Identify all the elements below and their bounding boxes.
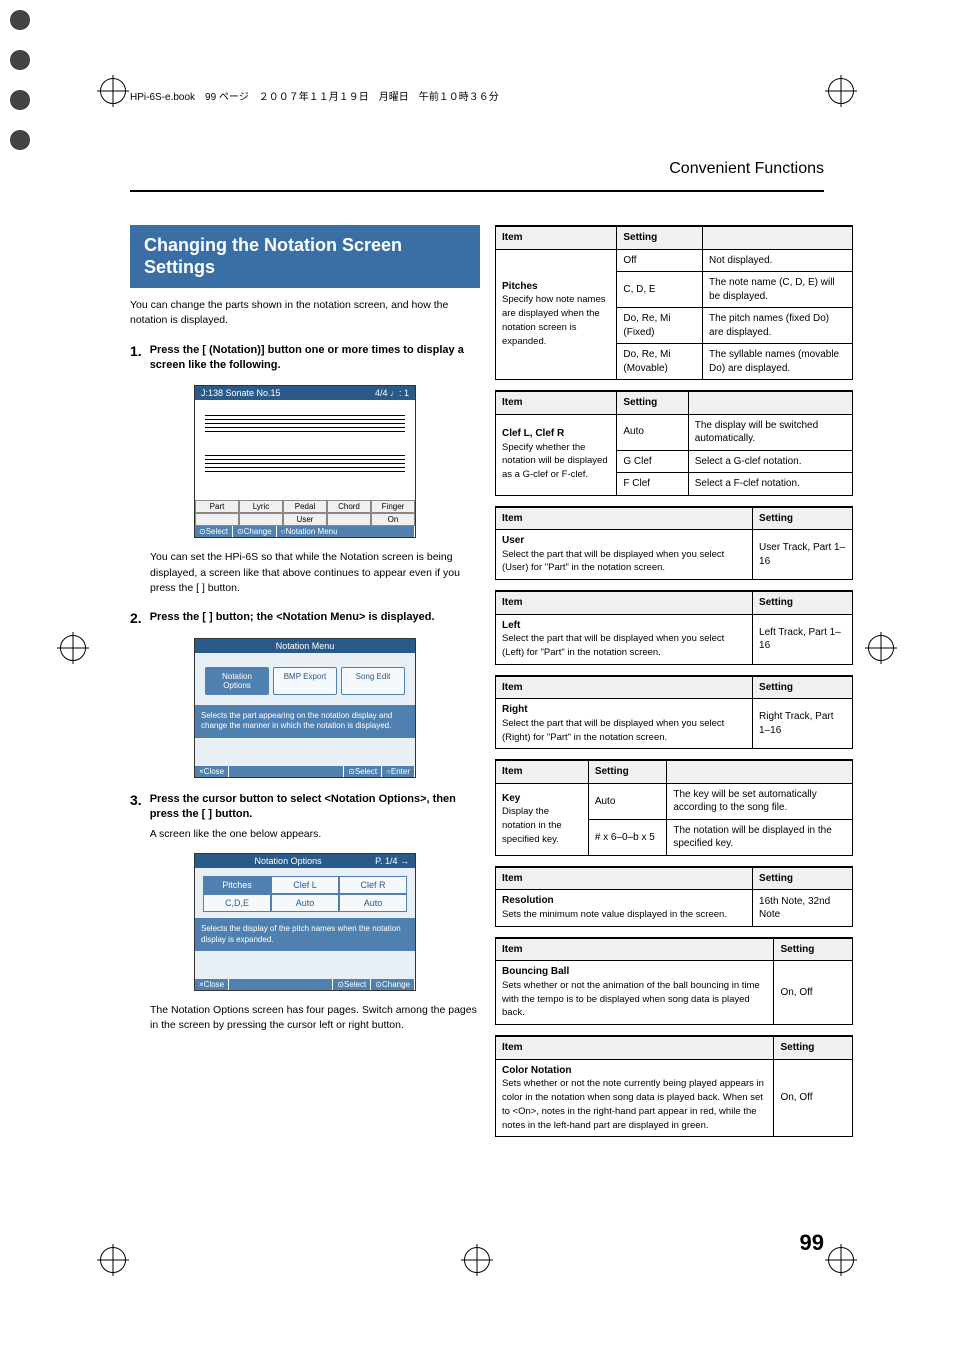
register-mark xyxy=(100,1247,126,1273)
menu-item: Song Edit xyxy=(341,667,405,695)
intro-text: You can change the parts shown in the no… xyxy=(130,298,480,328)
status: ⊙Select xyxy=(195,526,233,537)
crop-mark xyxy=(0,80,40,120)
table-key: Item Setting KeyDisplay the notation in … xyxy=(495,759,853,856)
step-1-note: You can set the HPi-6S so that while the… xyxy=(150,550,480,596)
menu-item: BMP Export xyxy=(273,667,337,695)
tab xyxy=(239,513,283,526)
menu-item: Notation Options xyxy=(205,667,269,695)
opts-title: Notation Options xyxy=(255,856,322,866)
tab: Pedal xyxy=(283,500,327,513)
crop-mark xyxy=(0,40,40,80)
table-user: ItemSetting UserSelect the part that wil… xyxy=(495,506,853,581)
page: HPi-6S-e.book 99 ページ ２００７年１１月１９日 月曜日 午前１… xyxy=(0,0,954,1351)
step-num: 2. xyxy=(130,610,142,626)
table-pitches: Item Setting PitchesSpecify how note nam… xyxy=(495,225,853,380)
step-3-tail: The Notation Options screen has four pag… xyxy=(150,1003,480,1033)
menu-desc: Selects the part appearing on the notati… xyxy=(195,705,415,738)
right-column: Item Setting PitchesSpecify how note nam… xyxy=(495,225,853,1147)
tab: Part xyxy=(195,500,239,513)
opt-cell: Auto xyxy=(271,894,339,912)
section-title: Convenient Functions xyxy=(669,160,824,178)
step-text: Press the [ (Notation)] button one or mo… xyxy=(150,343,480,374)
table-resolution: ItemSetting ResolutionSets the minimum n… xyxy=(495,866,853,927)
table-clef: Item Setting Clef L, Clef RSpecify wheth… xyxy=(495,390,853,496)
banner: Changing the Notation Screen Settings xyxy=(130,225,480,288)
step-text: Press the cursor button to select <Notat… xyxy=(150,792,480,841)
status: ×Close xyxy=(195,766,229,777)
opt-cell: Pitches xyxy=(203,876,271,894)
tab: Chord xyxy=(327,500,371,513)
book-header: HPi-6S-e.book 99 ページ ２００７年１１月１９日 月曜日 午前１… xyxy=(130,88,499,103)
tab: Lyric xyxy=(239,500,283,513)
opts-desc: Selects the display of the pitch names w… xyxy=(195,918,415,951)
tab: Finger xyxy=(371,500,415,513)
tab xyxy=(195,513,239,526)
opt-cell: C,D,E xyxy=(203,894,271,912)
tab: User xyxy=(283,513,327,526)
step-text: Press the [ ] button; the <Notation Menu… xyxy=(150,610,435,626)
step-num: 3. xyxy=(130,792,142,841)
opt-cell: Clef L xyxy=(271,876,339,894)
table-bouncing-ball: ItemSetting Bouncing BallSets whether or… xyxy=(495,937,853,1025)
notation-screen: J:138 Sonate No.15 4/4 ♩: 1 Part Lyric P… xyxy=(194,385,416,538)
left-column: Changing the Notation Screen Settings Yo… xyxy=(130,225,480,1044)
register-mark xyxy=(828,1247,854,1273)
step-3: 3. Press the cursor button to select <No… xyxy=(130,792,480,841)
time-sig: 4/4 ♩: 1 xyxy=(375,388,409,398)
register-mark xyxy=(868,635,894,661)
notation-options-screen: Notation Options P. 1/4 → Pitches Clef L… xyxy=(194,853,416,991)
step-num: 1. xyxy=(130,343,142,374)
table-left: ItemSetting LeftSelect the part that wil… xyxy=(495,590,853,665)
song-title: J:138 Sonate No.15 xyxy=(201,388,281,398)
crop-mark xyxy=(0,0,40,40)
opt-cell: Clef R xyxy=(339,876,407,894)
status: ⊙Select xyxy=(333,979,371,990)
table-right: ItemSetting RightSelect the part that wi… xyxy=(495,675,853,750)
status: ⊙Select xyxy=(344,766,382,777)
menu-title: Notation Menu xyxy=(276,641,335,651)
register-mark xyxy=(60,635,86,661)
page-number: 99 xyxy=(800,1230,824,1256)
step-1: 1. Press the [ (Notation)] button one or… xyxy=(130,343,480,374)
tab: On xyxy=(371,513,415,526)
step-2: 2. Press the [ ] button; the <Notation M… xyxy=(130,610,480,626)
table-color-notation: ItemSetting Color NotationSets whether o… xyxy=(495,1035,853,1137)
tab xyxy=(327,513,371,526)
status: ○Notation Menu xyxy=(277,526,415,537)
rule xyxy=(130,190,824,192)
status: ⊙Change xyxy=(371,979,415,990)
opts-page: P. 1/4 → xyxy=(375,856,409,866)
notation-menu-screen: Notation Menu Notation Options BMP Expor… xyxy=(194,638,416,778)
opt-cell: Auto xyxy=(339,894,407,912)
register-mark xyxy=(464,1247,490,1273)
step-sub: A screen like the one below appears. xyxy=(150,827,480,842)
status: ×Close xyxy=(195,979,229,990)
status: ⊙Change xyxy=(233,526,277,537)
register-mark xyxy=(100,78,126,104)
status: ○Enter xyxy=(382,766,415,777)
register-mark xyxy=(828,78,854,104)
crop-mark xyxy=(0,120,40,160)
